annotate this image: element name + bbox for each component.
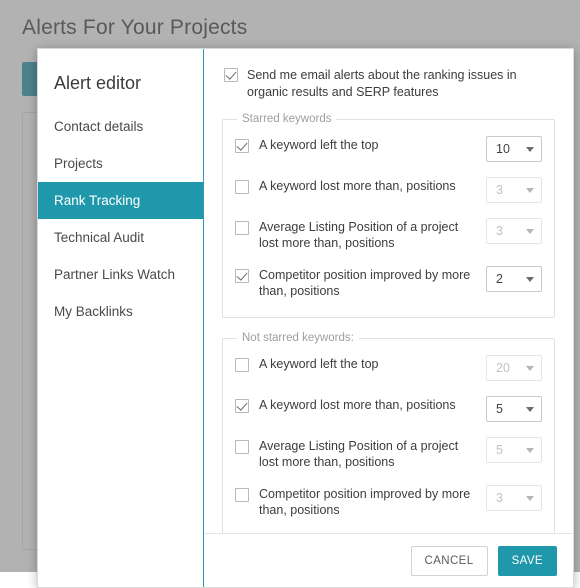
cancel-button[interactable]: CANCEL [411,546,488,576]
alert-option-checkbox[interactable] [235,269,249,283]
threshold-select: 3 [486,218,542,244]
alert-option-label: Competitor position improved by more tha… [249,486,486,518]
alert-option-row: A keyword lost more than, positions 3 [235,170,542,211]
group-legend: Starred keywords [237,113,336,125]
threshold-select-value: 20 [496,361,510,375]
alert-option-checkbox[interactable] [235,399,249,413]
sidebar-item-my-backlinks[interactable]: My Backlinks [38,293,203,330]
group-legend: Not starred keywords: [237,332,359,344]
sidebar-item-technical-audit[interactable]: Technical Audit [38,219,203,256]
alert-option-checkbox[interactable] [235,180,249,194]
keyword-group-0: Starred keywords A keyword left the top 10… [222,113,555,318]
sidebar-nav-list: Contact details Projects Rank Tracking Tech… [38,108,203,330]
alert-option-row: A keyword lost more than, positions 5 [235,389,542,430]
sidebar-item-projects[interactable]: Projects [38,145,203,182]
email-alerts-option[interactable]: Send me email alerts about the ranking i… [222,65,555,113]
dialog-title: Alert editor [38,61,203,108]
alert-editor-sidebar: Alert editor Contact details Projects Rank… [38,49,204,587]
sidebar-item-rank-tracking[interactable]: Rank Tracking [38,182,203,219]
chevron-down-icon [526,407,534,412]
alert-option-checkbox[interactable] [235,358,249,372]
threshold-select: 5 [486,437,542,463]
sidebar-item-label: Projects [54,156,103,171]
chevron-down-icon [526,496,534,501]
chevron-down-icon [526,448,534,453]
alert-option-label: Competitor position improved by more tha… [249,267,486,299]
alert-option-checkbox[interactable] [235,488,249,502]
alert-option-row: Competitor position improved by more tha… [235,478,542,526]
threshold-select-value: 2 [496,272,503,286]
threshold-select-value: 3 [496,224,503,238]
threshold-select-value: 5 [496,443,503,457]
alert-option-row: A keyword left the top 10 [235,129,542,170]
sidebar-item-label: Technical Audit [54,230,144,245]
email-alerts-label: Send me email alerts about the ranking i… [247,67,547,101]
threshold-select: 3 [486,177,542,203]
alert-option-label: A keyword lost more than, positions [249,178,486,194]
dialog-footer: CANCEL SAVE [204,533,573,587]
keyword-alert-groups: Starred keywords A keyword left the top 10… [222,113,555,533]
chevron-down-icon [526,188,534,193]
alert-option-label: Average Listing Position of a project lo… [249,219,486,251]
chevron-down-icon [526,366,534,371]
sidebar-item-label: My Backlinks [54,304,133,319]
threshold-select[interactable]: 5 [486,396,542,422]
email-alerts-checkbox[interactable] [224,68,238,82]
threshold-select: 3 [486,485,542,511]
alert-option-checkbox[interactable] [235,139,249,153]
alert-editor-body: Send me email alerts about the ranking i… [204,49,573,533]
alert-option-row: Average Listing Position of a project lo… [235,430,542,478]
sidebar-item-label: Rank Tracking [54,193,140,208]
alert-option-checkbox[interactable] [235,440,249,454]
chevron-down-icon [526,147,534,152]
alert-option-row: A keyword left the top 20 [235,348,542,389]
sidebar-item-label: Contact details [54,119,143,134]
alert-option-label: Average Listing Position of a project lo… [249,438,486,470]
alert-option-label: A keyword lost more than, positions [249,397,486,413]
alert-option-row: Average Listing Position of a project lo… [235,211,542,259]
alert-option-checkbox[interactable] [235,221,249,235]
sidebar-item-contact-details[interactable]: Contact details [38,108,203,145]
threshold-select-value: 5 [496,402,503,416]
alert-editor-dialog: Alert editor Contact details Projects Rank… [37,48,574,588]
threshold-select: 20 [486,355,542,381]
sidebar-item-partner-links-watch[interactable]: Partner Links Watch [38,256,203,293]
threshold-select[interactable]: 10 [486,136,542,162]
chevron-down-icon [526,229,534,234]
sidebar-item-label: Partner Links Watch [54,267,175,282]
alert-option-label: A keyword left the top [249,137,486,153]
keyword-group-1: Not starred keywords: A keyword left the … [222,332,555,533]
save-button[interactable]: SAVE [498,546,557,576]
threshold-select-value: 3 [496,183,503,197]
threshold-select-value: 10 [496,142,510,156]
alert-option-row: Competitor position improved by more tha… [235,259,542,307]
alert-option-label: A keyword left the top [249,356,486,372]
threshold-select[interactable]: 2 [486,266,542,292]
alert-editor-main: Send me email alerts about the ranking i… [204,49,573,587]
chevron-down-icon [526,277,534,282]
threshold-select-value: 3 [496,491,503,505]
